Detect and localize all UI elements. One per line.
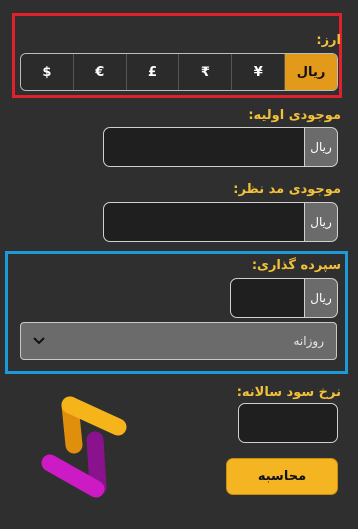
- deposit-frequency-value: روزانه: [293, 334, 325, 348]
- currency-label: ارز:: [316, 33, 341, 48]
- target-balance-label: موجودی مد نظر:: [233, 182, 341, 197]
- currency-option-eur[interactable]: €: [73, 54, 127, 90]
- currency-option-gbp[interactable]: £: [126, 54, 180, 90]
- currency-selector: $ € £ ₹ ¥ ریال: [20, 53, 338, 91]
- calculate-button[interactable]: محاسبه: [226, 458, 338, 495]
- deposit-frequency-select[interactable]: روزانه: [20, 322, 337, 360]
- currency-option-rial[interactable]: ریال: [285, 54, 337, 90]
- calculator-page: ارز: $ € £ ₹ ¥ ریال موجودی اولیه: ریال م…: [0, 0, 358, 529]
- currency-option-jpy[interactable]: ¥: [232, 54, 286, 90]
- deposit-unit: ریال: [305, 278, 338, 318]
- initial-balance-input[interactable]: [103, 127, 305, 167]
- annual-rate-label: نرخ سود سالانه:: [236, 385, 341, 400]
- target-balance-group: ریال: [103, 202, 338, 242]
- initial-balance-unit: ریال: [305, 127, 338, 167]
- chevron-down-icon: [33, 337, 45, 345]
- currency-option-inr[interactable]: ₹: [179, 54, 233, 90]
- target-balance-input[interactable]: [103, 202, 305, 242]
- initial-balance-group: ریال: [103, 127, 338, 167]
- deposit-input[interactable]: [230, 278, 305, 318]
- deposit-label: سپرده گذاری:: [251, 258, 341, 273]
- target-balance-unit: ریال: [305, 202, 338, 242]
- deposit-group: ریال: [230, 278, 338, 318]
- currency-option-usd[interactable]: $: [21, 54, 74, 90]
- annual-rate-input[interactable]: [238, 403, 338, 443]
- app-logo-icon: [41, 396, 127, 498]
- initial-balance-label: موجودی اولیه:: [248, 108, 341, 123]
